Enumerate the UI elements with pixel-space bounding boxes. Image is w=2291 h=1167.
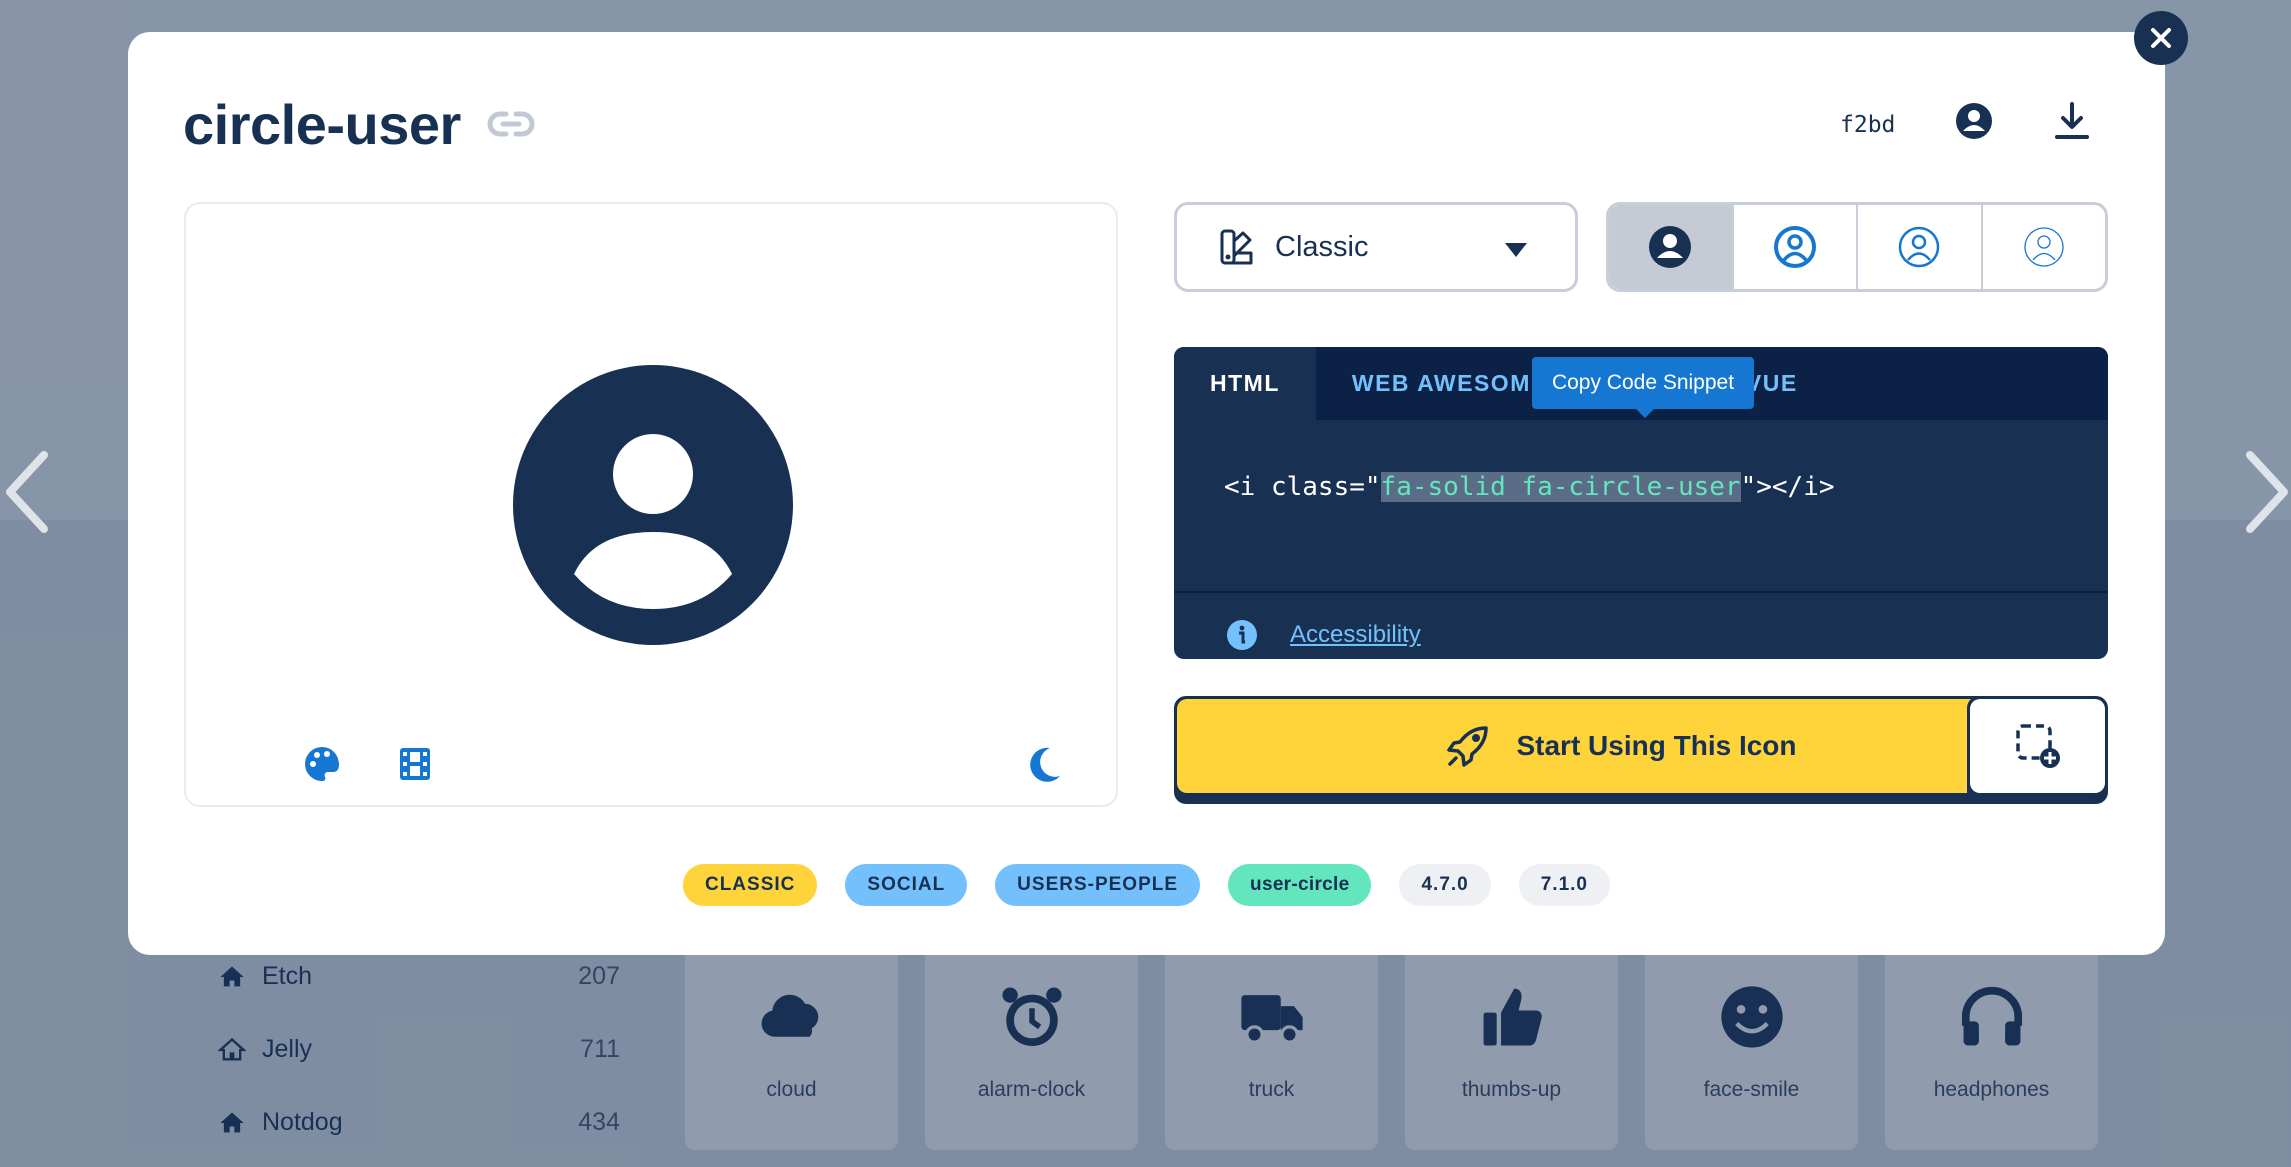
circle-info-icon xyxy=(1227,620,1257,650)
palette-icon[interactable] xyxy=(302,744,342,784)
tab-vue[interactable]: VUE xyxy=(1736,347,1896,420)
circle-user-regular-icon xyxy=(1773,226,1816,268)
rocket-icon xyxy=(1447,726,1489,767)
tag-users-people[interactable]: USERS-PEOPLE xyxy=(995,864,1201,906)
add-to-kit-button[interactable] xyxy=(1967,696,2108,804)
icon-title: circle-user xyxy=(183,93,461,156)
variant-light[interactable] xyxy=(1856,205,1981,289)
style-family-label: Classic xyxy=(1275,230,1369,263)
accessibility-link[interactable]: Accessibility xyxy=(1290,621,1421,649)
copy-tooltip: Copy Code Snippet xyxy=(1532,357,1754,418)
code-prefix: <i class=" xyxy=(1224,472,1381,502)
icon-detail-modal: circle-user f2bd Classic HTML WEB AWESOM… xyxy=(128,32,2165,955)
tag-version-added[interactable]: 4.7.0 xyxy=(1399,864,1491,906)
divider xyxy=(1174,591,2108,593)
download-icon[interactable] xyxy=(2053,101,2091,141)
moon-icon[interactable] xyxy=(1024,744,1064,784)
code-snippet[interactable]: <i class="fa-solid fa-circle-user"></i> xyxy=(1224,472,1835,502)
unicode-value[interactable]: f2bd xyxy=(1840,112,1895,138)
film-icon[interactable] xyxy=(395,744,435,784)
circle-user-icon xyxy=(513,365,793,645)
tab-html[interactable]: HTML xyxy=(1174,347,1316,420)
variant-regular[interactable] xyxy=(1731,205,1857,289)
code-classes: fa-solid fa-circle-user xyxy=(1380,472,1741,502)
tag-classic[interactable]: CLASSIC xyxy=(682,864,818,906)
previous-icon-arrow[interactable] xyxy=(0,447,54,537)
tag-alias[interactable]: user-circle xyxy=(1228,864,1372,906)
circle-user-light-icon xyxy=(1899,226,1940,268)
icon-preview-area xyxy=(184,202,1118,807)
link-icon[interactable] xyxy=(486,104,536,144)
tag-version-updated[interactable]: 7.1.0 xyxy=(1518,864,1610,906)
circle-user-solid-icon xyxy=(1649,226,1692,268)
style-variant-picker xyxy=(1606,202,2108,292)
circle-user-thin-icon xyxy=(2024,227,2064,267)
square-dashed-plus-icon xyxy=(2015,724,2060,768)
close-icon xyxy=(2151,28,2171,48)
close-modal-button[interactable] xyxy=(2134,11,2188,65)
variant-thin[interactable] xyxy=(1980,205,2106,289)
tag-social[interactable]: SOCIAL xyxy=(845,864,968,906)
circle-user-icon[interactable] xyxy=(1954,101,1994,141)
caret-down-icon xyxy=(1505,243,1527,257)
style-family-select[interactable]: Classic xyxy=(1174,202,1578,292)
next-icon-arrow[interactable] xyxy=(2240,447,2291,537)
code-snippet-panel: HTML WEB AWESOME REACT VUE Copy Code Sni… xyxy=(1174,347,2108,659)
swatchbook-icon xyxy=(1220,229,1253,265)
variant-solid[interactable] xyxy=(1609,205,1732,289)
start-using-label: Start Using This Icon xyxy=(1516,730,1797,761)
start-using-button[interactable]: Start Using This Icon xyxy=(1174,696,2067,804)
code-suffix: "></i> xyxy=(1740,472,1835,502)
icon-tags: CLASSIC SOCIAL USERS-PEOPLE user-circle … xyxy=(128,864,2165,906)
